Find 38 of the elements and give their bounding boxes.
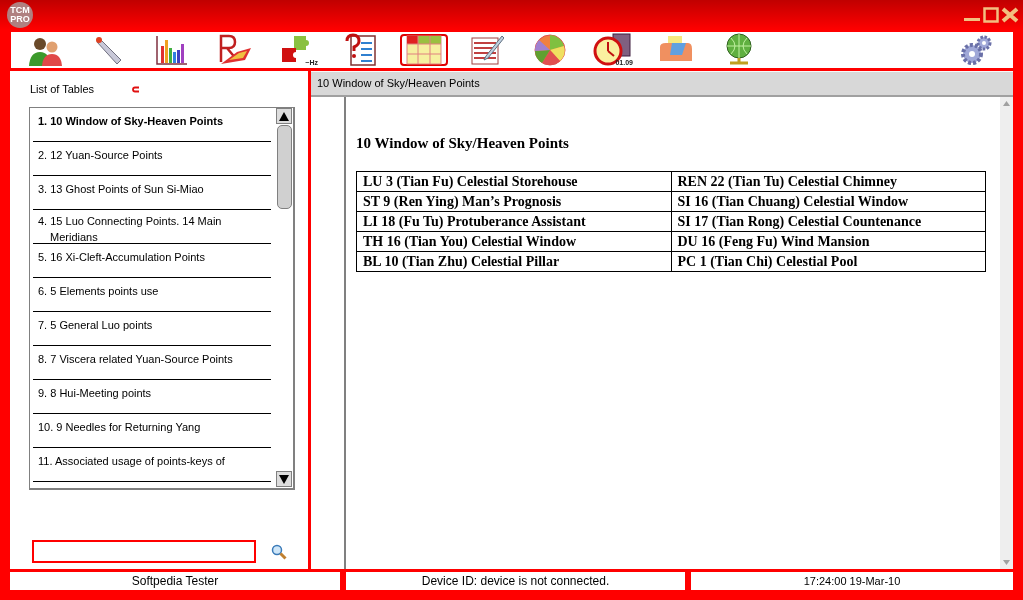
status-field: 17:24:00 19-Mar-10 xyxy=(688,569,1016,593)
table-cell: LI 18 (Fu Tu) Protuberance Assistant xyxy=(356,211,671,232)
list-item[interactable]: 3. 13 Ghost Points of Sun Si-Miao xyxy=(33,176,271,210)
scroll-thumb[interactable] xyxy=(276,125,292,209)
scroll-up-button[interactable] xyxy=(276,108,292,124)
list-item[interactable]: 8. 7 Viscera related Yuan-Source Points xyxy=(33,346,271,380)
list-item[interactable]: 11. Associated usage of points-keys of xyxy=(33,448,271,482)
close-icon[interactable] xyxy=(1001,7,1019,23)
table-cell: DU 16 (Feng Fu) Wind Mansion xyxy=(671,231,986,252)
search-icon[interactable] xyxy=(271,543,287,560)
table-cell: LU 3 (Tian Fu) Celestial Storehouse xyxy=(356,171,671,192)
refresh-icon[interactable] xyxy=(132,85,140,93)
table-cell: ST 9 (Ren Ying) Man’s Prognosis xyxy=(356,191,671,212)
list-item[interactable]: 1. 10 Window of Sky-Heaven Points xyxy=(33,108,271,142)
table-cell: BL 10 (Tian Zhu) Celestial Pillar xyxy=(356,251,671,272)
scroll-down-button[interactable] xyxy=(276,471,292,487)
table-cell: SI 16 (Tian Chuang) Celestial Window xyxy=(671,191,986,212)
table-cell: PC 1 (Tian Chi) Celestial Pool xyxy=(671,251,986,272)
panel-title: List of Tables xyxy=(30,83,94,95)
list-item[interactable]: 9. 8 Hui-Meeting points xyxy=(33,380,271,414)
app-logo: TCM PRO xyxy=(7,2,33,28)
table-heading: 10 Window of Sky/Heaven Points xyxy=(356,135,570,152)
list-item[interactable]: 4. 15 Luo Connecting Points. 14 Main Meridians xyxy=(33,210,271,244)
status-field: Device ID: device is not connected. xyxy=(343,569,688,593)
panel-header: 10 Window of Sky/Heaven Points xyxy=(311,71,1013,97)
clock-icon xyxy=(593,33,633,67)
status-field: Softpedia Tester xyxy=(7,569,343,593)
maximize-icon[interactable] xyxy=(983,7,999,23)
list-item[interactable]: 6. 5 Elements points use xyxy=(33,278,271,312)
list-item[interactable]: 5. 16 Xi-Cleft-Accumulation Points xyxy=(33,244,271,278)
toolbar-button[interactable] xyxy=(400,34,448,66)
list-item[interactable]: 2. 12 Yuan-Source Points xyxy=(33,142,271,176)
list-item[interactable]: 7. 5 General Luo points xyxy=(33,312,271,346)
table-cell: TH 16 (Tian You) Celestial Window xyxy=(356,231,671,252)
list-item[interactable]: 10. 9 Needles for Returning Yang xyxy=(33,414,271,448)
search-field[interactable] xyxy=(32,540,256,563)
table-cell: SI 17 (Tian Rong) Celestial Countenance xyxy=(671,211,986,232)
table-cell: REN 22 (Tian Tu) Celestial Chimney xyxy=(671,171,986,192)
